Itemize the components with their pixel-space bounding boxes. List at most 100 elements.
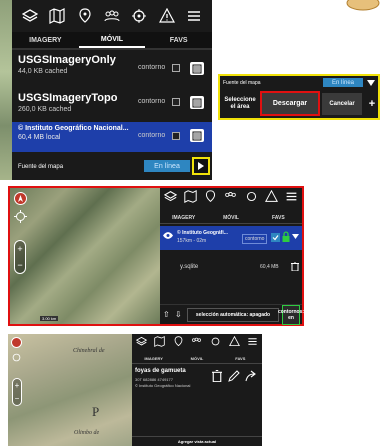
- map-icon[interactable]: [154, 334, 166, 352]
- toolbar: [132, 334, 262, 352]
- zoom-out-icon[interactable]: −: [13, 392, 21, 405]
- menu-icon[interactable]: [186, 8, 202, 24]
- dialog-source-label: Fuente del mapa: [223, 80, 261, 86]
- map-label: Chinebral de: [73, 348, 105, 354]
- map-source-label: Fuente del mapa: [18, 164, 64, 170]
- compass-icon[interactable]: [11, 337, 22, 348]
- place-title: foyas de gamueta: [135, 368, 186, 374]
- tab-movil[interactable]: MÓVIL: [175, 354, 218, 363]
- cancel-button[interactable]: Cancelar: [322, 93, 362, 115]
- place-pin-icon[interactable]: [173, 334, 184, 352]
- layer-subtitle: 157km - 02m: [177, 238, 207, 244]
- add-current-view-button[interactable]: Agregar vista actual: [132, 436, 262, 446]
- add-icon[interactable]: +: [365, 93, 379, 115]
- place-panel: IMAGERY MÓVIL FAVS foyas de gamueta 30T …: [132, 334, 262, 446]
- layer-settings-icon[interactable]: [190, 129, 204, 142]
- map-screenshot-3: Chinebral de P Olimbo de + − IMAGERY MÓV…: [8, 334, 262, 446]
- lock-icon[interactable]: [282, 231, 290, 242]
- contour-checkbox[interactable]: [172, 64, 180, 72]
- compass-icon[interactable]: [14, 192, 27, 205]
- layer-title: © Instituto Geográfi...: [177, 230, 228, 236]
- tab-favs[interactable]: FAVS: [219, 354, 262, 363]
- arrow-down-icon[interactable]: ⇩: [175, 310, 182, 319]
- tab-favs[interactable]: FAVS: [145, 32, 212, 48]
- map-source-select[interactable]: En línea: [144, 160, 190, 172]
- menu-icon[interactable]: [247, 334, 258, 352]
- menu-icon[interactable]: [285, 190, 298, 208]
- layer-row[interactable]: USGSImageryTopo 260,0 KB cached contorno: [12, 88, 212, 122]
- map-icon[interactable]: [49, 8, 65, 24]
- layers-icon[interactable]: [163, 190, 177, 208]
- tab-imagery[interactable]: IMAGERY: [160, 212, 207, 223]
- download-button[interactable]: Descargar: [260, 91, 320, 116]
- map-screenshot-2: + − 3.00 km IMAGERY MÓVIL FAVS © Institu…: [8, 186, 304, 326]
- dialog-source-select[interactable]: En línea: [323, 78, 363, 87]
- map-icon[interactable]: [184, 190, 197, 208]
- contour-checkbox[interactable]: [172, 132, 180, 140]
- layer-subtitle: 260,0 KB cached: [18, 106, 72, 113]
- contours-toggle[interactable]: contornos: en: [278, 305, 304, 325]
- zoom-out-icon[interactable]: −: [15, 257, 25, 273]
- toolbar: [12, 0, 212, 32]
- warning-icon[interactable]: [228, 334, 240, 352]
- auto-select-button[interactable]: selección automática: apagado: [187, 308, 279, 322]
- map-label: P: [92, 404, 100, 419]
- crosshair-icon[interactable]: [210, 334, 221, 352]
- place-pin-icon[interactable]: [77, 8, 93, 24]
- zoom-in-icon[interactable]: +: [13, 379, 21, 392]
- warning-icon[interactable]: [158, 8, 175, 24]
- tab-bar: IMAGERY MÓVIL FAVS: [12, 32, 212, 50]
- users-icon[interactable]: [224, 190, 237, 208]
- tab-bar: IMAGERY MÓVIL FAVS: [160, 212, 302, 224]
- zoom-control: + −: [14, 240, 26, 274]
- share-icon[interactable]: [245, 370, 257, 382]
- layer-settings-icon[interactable]: [190, 96, 204, 109]
- layer-row-selected[interactable]: © Instituto Geográfico Nacional... 60,4 …: [12, 122, 212, 152]
- file-size: 60,4 MB: [260, 264, 279, 270]
- scale-bar: 3.00 km: [40, 316, 59, 321]
- logo-seal: [346, 0, 380, 14]
- tab-imagery[interactable]: IMAGERY: [132, 354, 175, 363]
- bottom-bar: ⇧ ⇩ selección automática: apagado contor…: [160, 304, 304, 325]
- place-source: © Instituto Geográfico Nacional: [135, 383, 191, 388]
- tab-movil[interactable]: MÓVIL: [207, 212, 254, 223]
- contour-label: contorno: [138, 64, 166, 71]
- layers-icon[interactable]: [21, 8, 38, 24]
- zoom-in-icon[interactable]: +: [15, 241, 25, 257]
- trash-icon[interactable]: [212, 370, 222, 382]
- contour-label: contorno: [138, 132, 166, 139]
- topo-map: [8, 334, 132, 446]
- zoom-control: + −: [12, 378, 22, 406]
- check-icon[interactable]: [271, 233, 280, 242]
- trash-icon[interactable]: [291, 262, 299, 271]
- crosshair-icon[interactable]: [245, 190, 258, 208]
- place-pin-icon[interactable]: [204, 190, 217, 208]
- layers-icon[interactable]: [135, 334, 147, 352]
- tab-movil[interactable]: MÓVIL: [78, 32, 146, 48]
- download-dialog: Fuente del mapa En línea Seleccione el á…: [218, 74, 380, 120]
- chevron-down-icon[interactable]: [292, 234, 299, 239]
- layer-title: © Instituto Geográfico Nacional...: [18, 125, 129, 132]
- crosshair-icon[interactable]: [131, 8, 147, 24]
- tab-imagery[interactable]: IMAGERY: [12, 32, 79, 48]
- arrow-up-icon[interactable]: ⇧: [163, 310, 170, 319]
- map-strip: [0, 0, 12, 180]
- contour-checkbox[interactable]: [172, 98, 180, 106]
- chevron-down-icon[interactable]: [366, 79, 376, 87]
- layer-row[interactable]: USGSImageryOnly 44,0 KB cached contorno: [12, 50, 212, 88]
- play-button[interactable]: [192, 157, 210, 175]
- eye-icon[interactable]: [163, 232, 173, 239]
- contour-label: contorno: [242, 234, 268, 244]
- users-icon[interactable]: [104, 8, 120, 24]
- select-area-button[interactable]: Seleccione el área: [222, 93, 258, 115]
- locate-icon[interactable]: [14, 210, 27, 223]
- locate-icon[interactable]: [11, 352, 22, 363]
- edit-pencil-icon[interactable]: [228, 370, 240, 382]
- map-label: Olimbo de: [74, 430, 100, 436]
- users-icon[interactable]: [191, 334, 202, 352]
- topo-map: [10, 188, 160, 324]
- warning-icon[interactable]: [265, 189, 279, 208]
- layer-settings-icon[interactable]: [190, 62, 204, 75]
- layer-row-selected[interactable]: © Instituto Geográfi... 157km - 02m cont…: [160, 226, 302, 250]
- tab-favs[interactable]: FAVS: [255, 212, 302, 223]
